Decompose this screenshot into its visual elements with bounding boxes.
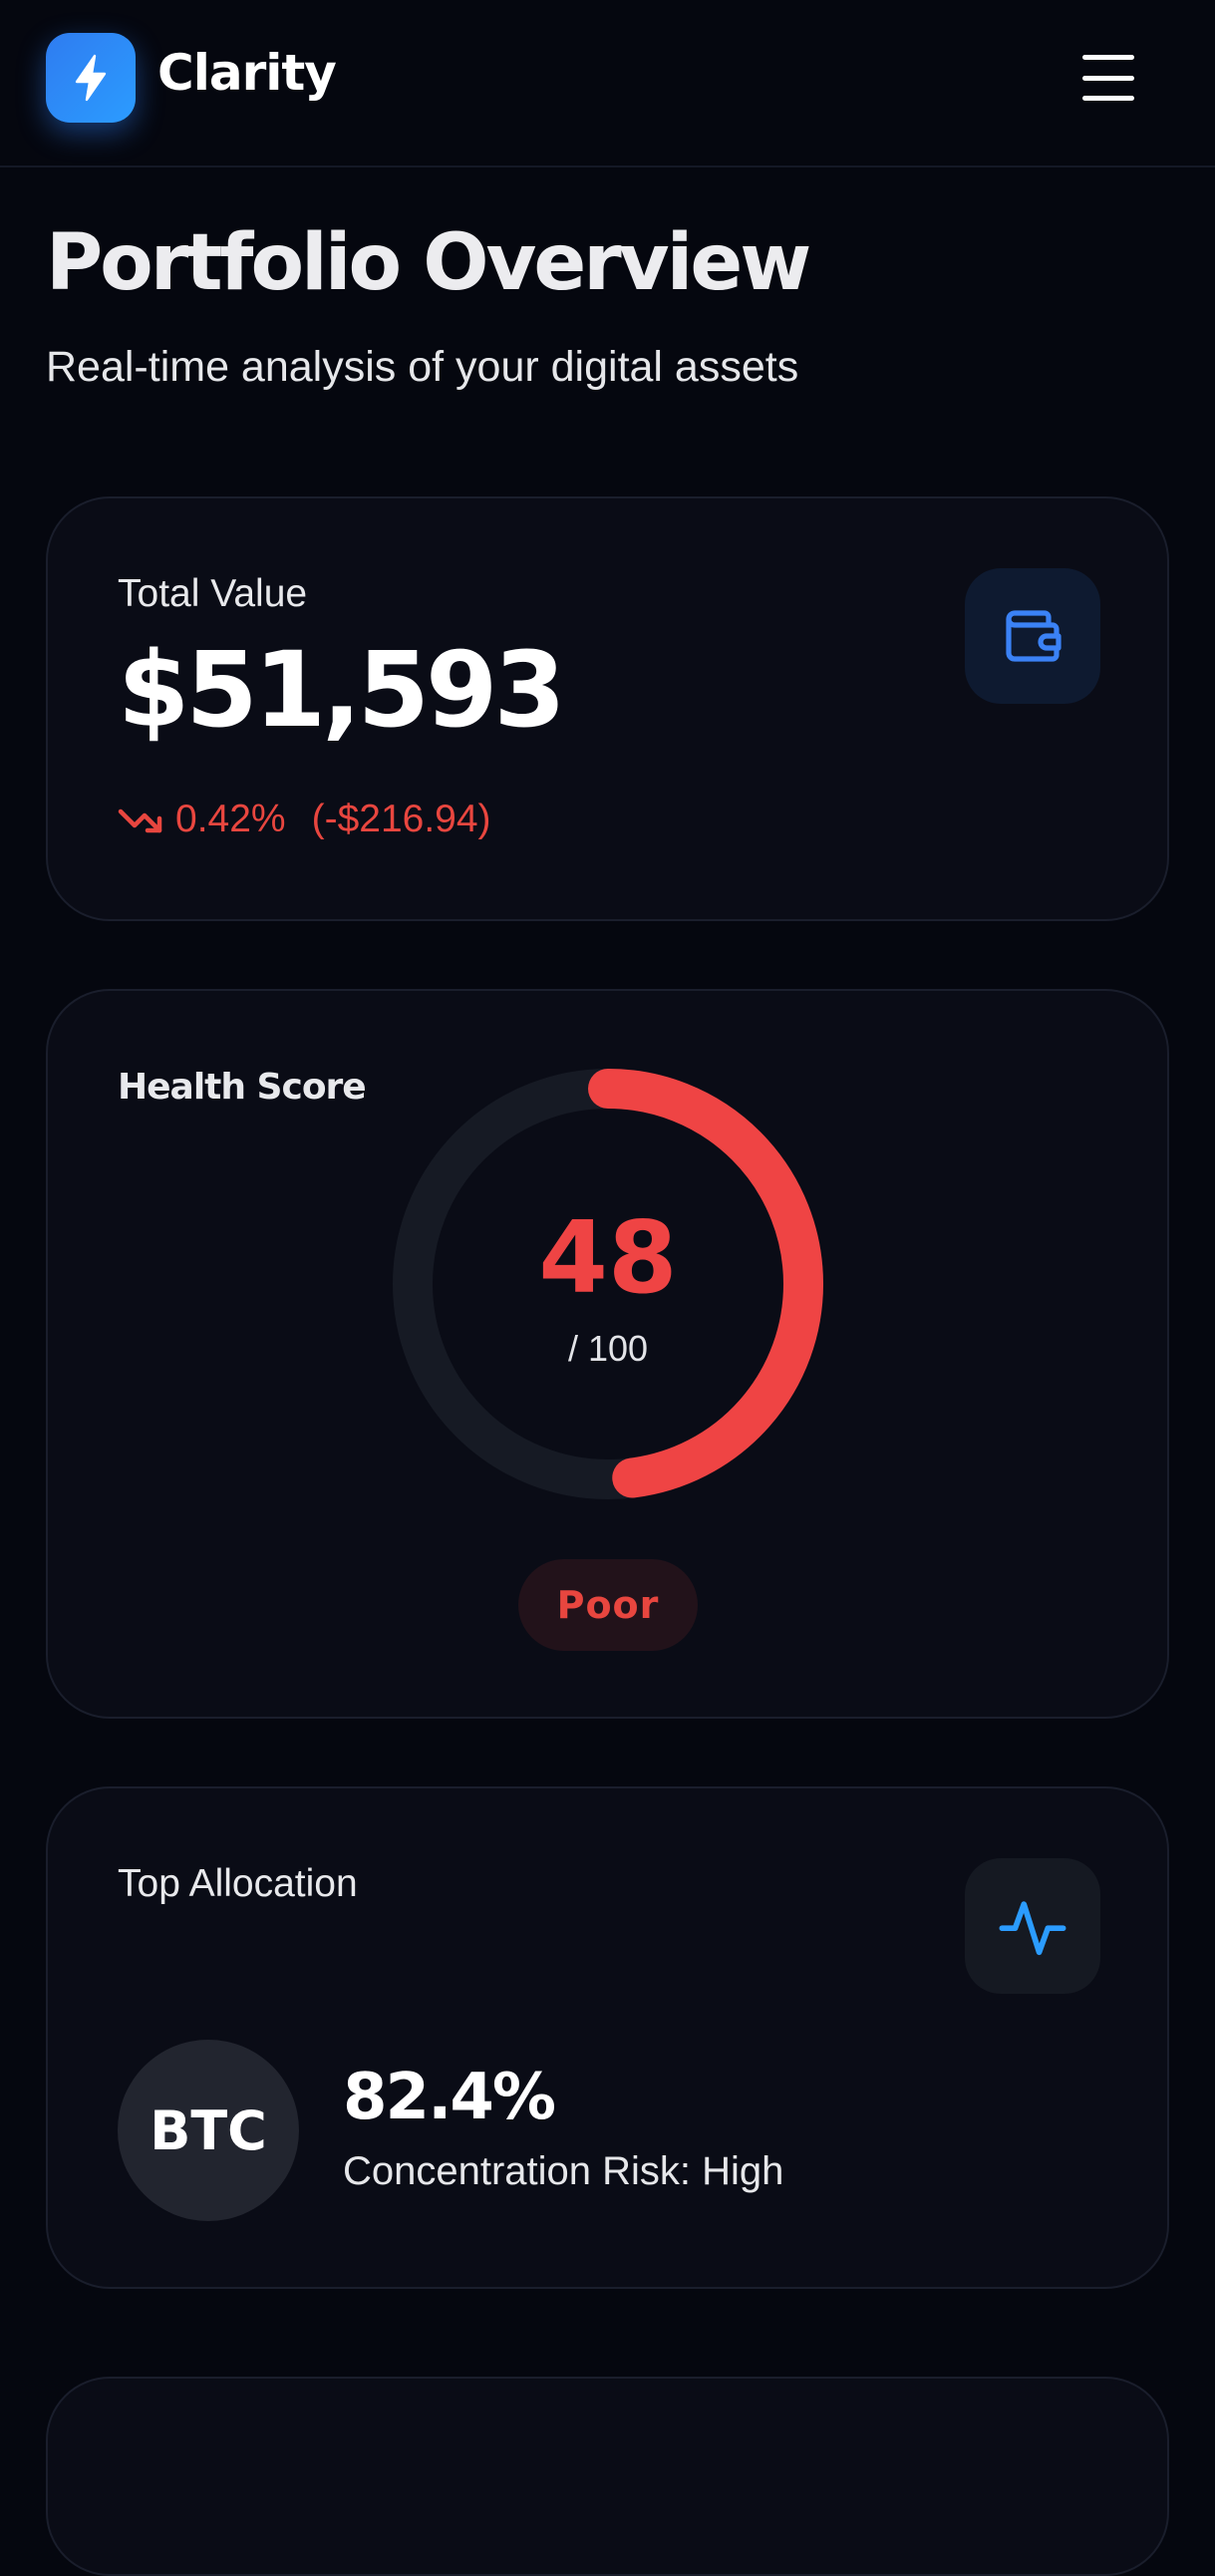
trending-down-icon xyxy=(118,808,162,833)
top-allocation-label: Top Allocation xyxy=(118,1862,358,1905)
brand-name: Clarity xyxy=(157,44,337,102)
menu-button[interactable] xyxy=(1078,50,1138,106)
wallet-icon xyxy=(1006,610,1062,662)
activity-button[interactable] xyxy=(965,1858,1100,1994)
page-title: Portfolio Overview xyxy=(46,218,811,308)
asset-avatar: BTC xyxy=(118,2040,299,2221)
pulse-activity-icon xyxy=(999,1901,1066,1956)
health-score-value: 48 xyxy=(538,1199,678,1316)
health-gauge: 48 / 100 xyxy=(393,1069,823,1499)
health-status-badge: Poor xyxy=(518,1559,698,1651)
logo[interactable] xyxy=(46,33,136,123)
change-percent: 0.42% xyxy=(175,798,286,840)
health-score-max: / 100 xyxy=(567,1328,649,1369)
top-allocation-card[interactable]: Top Allocation BTC 82.4% Concentration R… xyxy=(46,1786,1169,2289)
page-subtitle: Real-time analysis of your digital asset… xyxy=(46,343,799,391)
value-change: 0.42% (-$216.94) xyxy=(118,798,491,841)
total-value-label: Total Value xyxy=(118,572,308,615)
hamburger-menu-icon xyxy=(1082,55,1134,60)
wallet-button[interactable] xyxy=(965,568,1100,704)
health-score-card[interactable]: Health Score 48 / 100 Poor xyxy=(46,989,1169,1719)
health-score-label: Health Score xyxy=(118,1067,367,1108)
next-card xyxy=(46,2377,1169,2576)
concentration-risk: Concentration Risk: High xyxy=(343,2149,784,2193)
app-header: Clarity xyxy=(0,0,1215,167)
allocation-percent: 82.4% xyxy=(343,2061,556,2134)
total-value-amount: $51,593 xyxy=(118,629,566,751)
lightning-bolt-icon xyxy=(75,54,107,102)
total-value-card[interactable]: Total Value $51,593 0.42% (-$216.94) xyxy=(46,496,1169,921)
change-amount: (-$216.94) xyxy=(311,798,491,840)
